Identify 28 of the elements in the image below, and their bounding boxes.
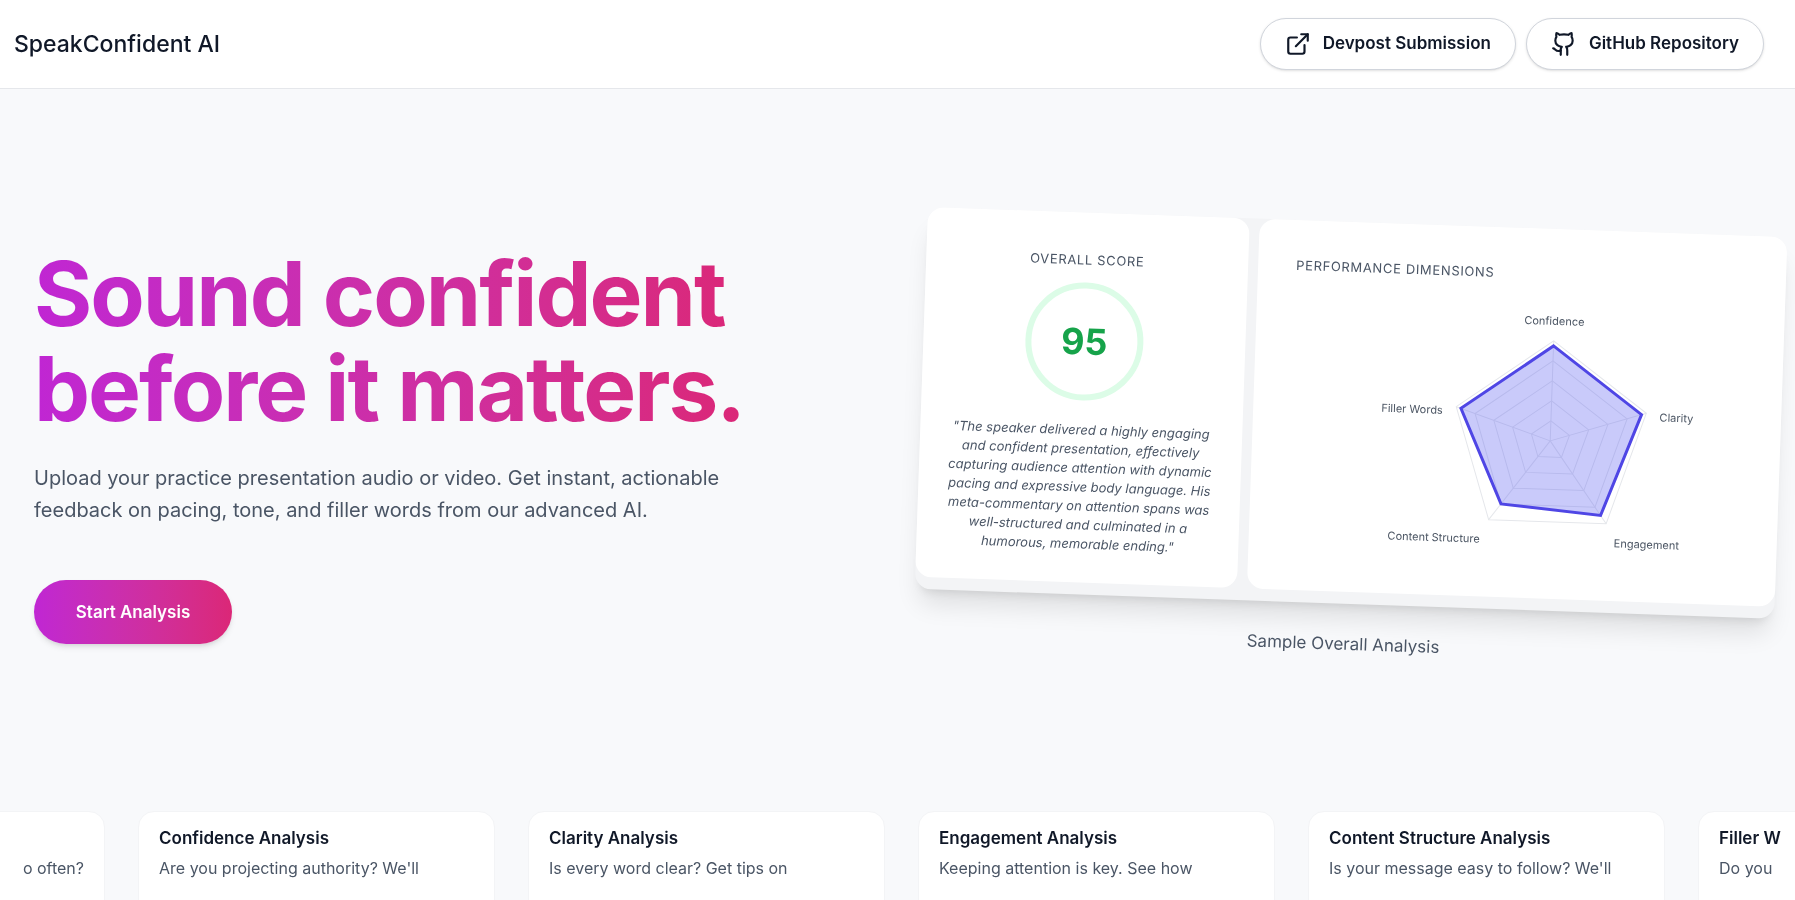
feature-title: Confidence Analysis	[159, 827, 330, 850]
feature-text: Is every word clear? Get tips on	[549, 856, 789, 880]
feature-title: Content Structure Analysis	[1329, 827, 1552, 850]
feature-text: Do you	[1719, 856, 1774, 880]
score-summary: "The speaker delivered a highly engaging and confident presentation, effectively capturing audience attention with dynamic pacing and expressive body language. His meta-commentary on attention spans was well-structured and culminated in a humorous, memorable ending."	[946, 415, 1214, 557]
feature-text: Is your message easy to follow? We'll	[1329, 856, 1613, 880]
score-value: 95	[1060, 317, 1109, 366]
axis-label: Confidence	[1524, 312, 1585, 329]
dimensions-title: PERFORMANCE DIMENSIONS	[1295, 256, 1495, 280]
sample-caption: Sample Overall Analysis	[1246, 629, 1440, 660]
feature-title: Clarity Analysis	[549, 827, 679, 850]
start-analysis-button[interactable]: Start Analysis	[34, 580, 232, 645]
axis-label: Filler Words	[1381, 400, 1444, 417]
feature-title: Engagement Analysis	[939, 827, 1119, 850]
link-button[interactable]: GitHub Repository	[1525, 18, 1764, 70]
link-button[interactable]: Devpost Submission	[1259, 18, 1516, 70]
axis-label: Engagement	[1613, 536, 1680, 553]
github-icon	[1550, 31, 1577, 57]
axis-label: Clarity	[1659, 410, 1694, 426]
brand-title: SpeakConfident AI	[14, 28, 220, 60]
feature-text: Are you projecting authority? We'll	[159, 856, 420, 880]
axis-label: Content Structure	[1387, 528, 1480, 546]
score-title: OVERALL SCORE	[1029, 248, 1145, 272]
feature-text: o often?	[21, 857, 84, 880]
feature-text: Keeping attention is key. See how	[939, 856, 1194, 880]
hero-subtitle: Upload your practice presentation audio or video. Get instant, actionable feedback on pacing, tone, and filler words from our advanced AI.	[34, 465, 721, 525]
feature-title: Filler W	[1719, 827, 1782, 850]
external-link-icon	[1284, 31, 1311, 57]
